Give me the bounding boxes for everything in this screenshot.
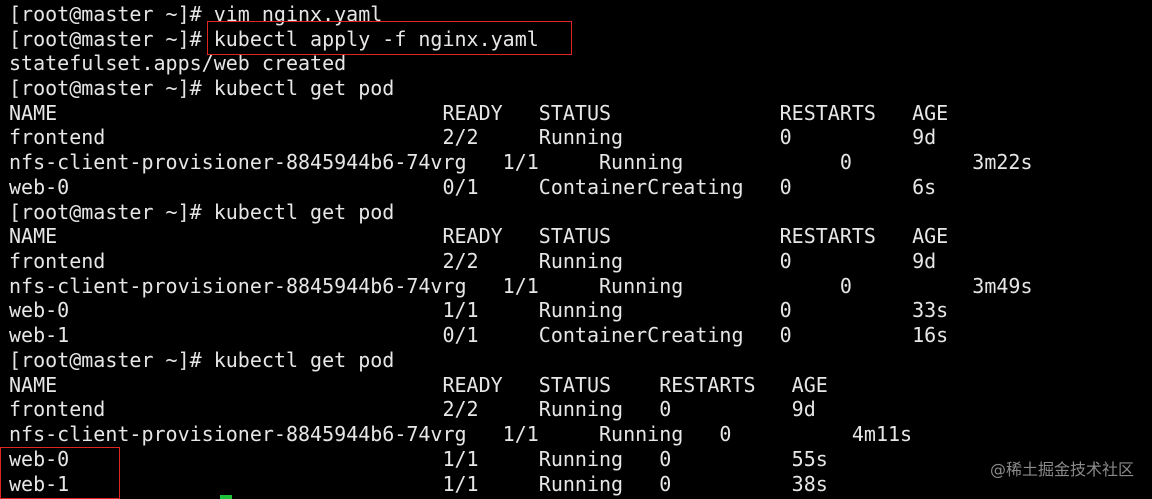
table3-row-nfs-client: nfs-client-provisioner-8845944b6-74vrg 1… xyxy=(9,422,913,446)
table2-row-nfs-client: nfs-client-provisioner-8845944b6-74vrg 1… xyxy=(9,274,1033,298)
table3-row-frontend: frontend 2/2 Running 0 9d xyxy=(9,397,816,421)
table1-row-frontend: frontend 2/2 Running 0 9d xyxy=(9,125,937,149)
terminal-cursor xyxy=(220,495,232,499)
table2-row-web-1: web-1 0/1 ContainerCreating 0 16s xyxy=(9,323,949,347)
table2-header: NAME READY STATUS RESTARTS AGE xyxy=(9,224,949,248)
table3-row-web-0: web-0 1/1 Running 0 55s xyxy=(9,447,828,471)
apply-command-highlight-box xyxy=(207,21,572,55)
web-pods-highlight-box xyxy=(0,447,120,499)
table2-row-frontend: frontend 2/2 Running 0 9d xyxy=(9,249,937,273)
terminal-window[interactable]: [root@master ~]# vim nginx.yaml [root@ma… xyxy=(0,0,1152,499)
table1-row-web-0: web-0 0/1 ContainerCreating 0 6s xyxy=(9,175,937,199)
table1-row-nfs-client: nfs-client-provisioner-8845944b6-74vrg 1… xyxy=(9,150,1033,174)
table3-row-web-1: web-1 1/1 Running 0 38s xyxy=(9,472,828,496)
terminal-line-9: [root@master ~]# kubectl get pod xyxy=(9,200,395,224)
table1-header: NAME READY STATUS RESTARTS AGE xyxy=(9,101,949,125)
table3-header: NAME READY STATUS RESTARTS AGE xyxy=(9,373,828,397)
table2-row-web-0: web-0 1/1 Running 0 33s xyxy=(9,298,949,322)
terminal-line-4: [root@master ~]# kubectl get pod xyxy=(9,76,395,100)
watermark: @稀土掘金技术社区 xyxy=(989,460,1134,479)
terminal-line-15: [root@master ~]# kubectl get pod xyxy=(9,348,395,372)
